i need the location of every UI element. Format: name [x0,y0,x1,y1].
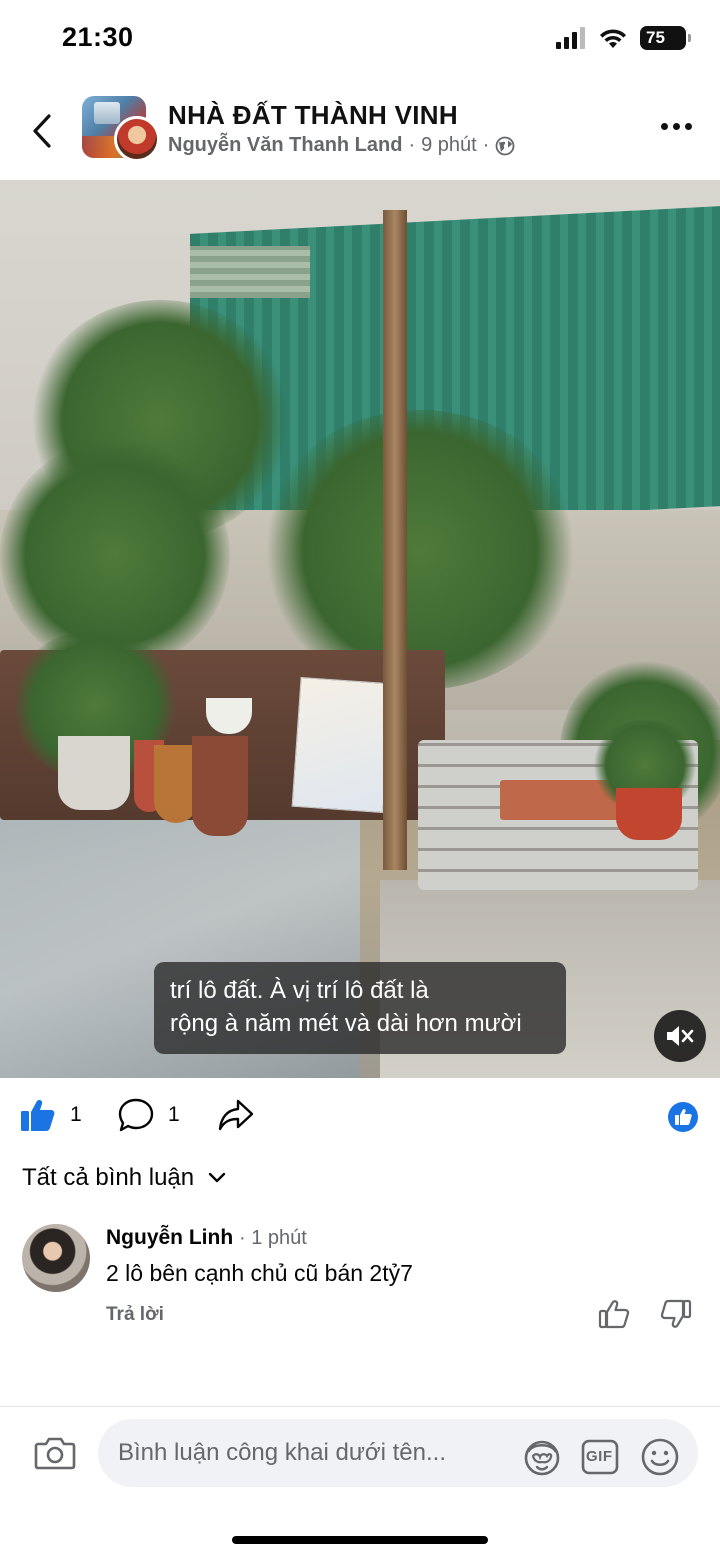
more-icon-dot [672,122,680,130]
wifi-icon [600,29,626,48]
video-scene-pot [192,736,248,836]
chevron-down-icon [208,1172,226,1183]
meta-separator-2: · [482,134,490,156]
comments-filter-dropdown[interactable]: Tất cả bình luận [22,1164,226,1192]
comment-text: 2 lô bên cạnh chủ cũ bán 2tỷ7 [106,1260,413,1286]
comment-upvote-button[interactable] [598,1298,630,1330]
author-avatar[interactable] [114,116,160,162]
globe-icon [496,136,515,155]
reply-button[interactable]: Trả lời [106,1304,164,1326]
battery-level: 75 [646,28,665,47]
unmute-button[interactable] [654,1010,706,1062]
video-scene-roof [190,246,310,298]
video-caption: trí lô đất. À vị trí lô đất là rộng à nă… [154,962,566,1054]
speaker-muted-icon [667,1026,694,1046]
share-button[interactable] [218,1098,254,1132]
group-name[interactable]: NHÀ ĐẤT THÀNH VINH [168,100,458,131]
thumbs-up-outline-icon [598,1300,630,1329]
commenter-name[interactable]: Nguyễn Linh [106,1226,233,1249]
gif-button[interactable]: GIF [580,1437,620,1477]
back-button[interactable] [22,108,62,154]
more-icon-dot [684,122,692,130]
emoji-smile-icon [641,1438,679,1476]
video-scene-pot [58,736,130,810]
home-indicator[interactable] [232,1536,488,1544]
camera-icon [34,1437,76,1470]
comment-item: Nguyễn Linh · 1 phút 2 lô bên cạnh chủ c… [22,1224,702,1344]
battery-indicator: 75 [640,26,691,50]
caption-line-1: trí lô đất. À vị trí lô đất là [170,977,429,1004]
video-scene-pole [383,210,407,870]
comment-input-placeholder: Bình luận công khai dưới tên... [118,1439,447,1466]
status-bar: 21:30 75 [0,0,720,80]
share-arrow-icon [218,1099,254,1131]
caption-line-2: rộng à năm mét và dài hơn mười [170,1010,522,1037]
comment-button[interactable]: 1 [118,1098,180,1132]
avatar-sticker-button[interactable] [522,1437,562,1477]
cellular-signal-icon [556,27,585,49]
avatar-sticker-icon [524,1440,560,1476]
gif-label: GIF [586,1448,613,1465]
more-icon-dot [660,122,668,130]
post-meta: Nguyễn Văn Thanh Land · 9 phút · [168,134,515,157]
status-icons: 75 [556,26,691,50]
thumbs-up-filled-icon [21,1100,55,1131]
video-player[interactable]: trí lô đất. À vị trí lô đất là rộng à nă… [0,180,720,1078]
video-scene-poster [291,676,393,814]
like-button[interactable]: 1 [20,1098,82,1132]
more-options-button[interactable] [658,116,694,136]
commenter-avatar[interactable] [22,1224,90,1292]
camera-button[interactable] [34,1435,76,1475]
post-header: NHÀ ĐẤT THÀNH VINH Nguyễn Văn Thanh Land… [0,88,720,172]
comment-time: · 1 phút [239,1227,307,1249]
chevron-left-icon [33,114,51,148]
comment-bubble-icon [118,1098,154,1132]
comment-count: 1 [168,1103,180,1126]
post-author[interactable]: Nguyễn Văn Thanh Land [168,134,402,157]
video-scene-pot [616,788,682,840]
comments-filter-label: Tất cả bình luận [22,1164,195,1191]
reaction-like-badge[interactable] [668,1102,698,1132]
post-actions: 1 1 [0,1090,720,1150]
comment-composer: Bình luận công khai dưới tên... GIF [0,1406,720,1506]
meta-separator: · [408,134,416,156]
comment-downvote-button[interactable] [660,1298,692,1330]
commenter-name-row: Nguyễn Linh · 1 phút [106,1226,307,1250]
thumbs-down-outline-icon [660,1299,692,1328]
video-scene-tree [260,410,580,690]
like-count: 1 [70,1103,82,1126]
thumbs-up-mini-icon [675,1109,692,1125]
post-time: 9 phút [421,134,477,156]
emoji-button[interactable] [640,1437,680,1477]
status-time: 21:30 [62,22,134,52]
